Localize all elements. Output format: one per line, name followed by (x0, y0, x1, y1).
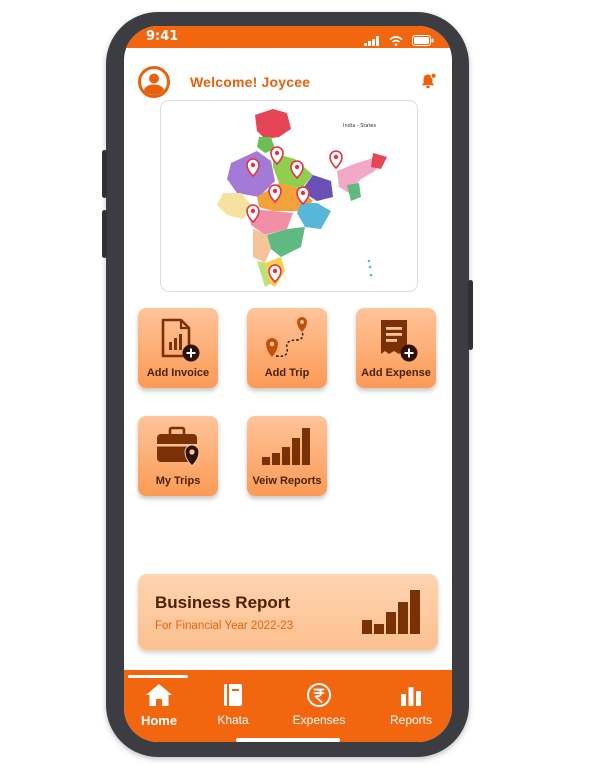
add-trip-button[interactable]: Add Trip (247, 308, 327, 388)
business-report-card[interactable]: Business Report For Financial Year 2022-… (138, 574, 438, 650)
add-invoice-label: Add Invoice (146, 367, 210, 379)
volume-up-button (102, 150, 107, 198)
notification-bell-icon[interactable] (420, 72, 438, 94)
app-screen: 9:41 Welcome! Joycee India - States Add … (124, 26, 452, 742)
my-trips-label: My Trips (155, 475, 201, 487)
view-reports-label: Veiw Reports (252, 475, 322, 487)
status-time: 9:41 (146, 29, 179, 44)
india-map-card[interactable]: India - States (160, 100, 418, 292)
rupee-icon (307, 683, 331, 707)
header: Welcome! Joycee (124, 64, 452, 104)
volume-down-button (102, 210, 107, 258)
view-reports-button[interactable]: Veiw Reports (247, 416, 327, 496)
nav-home-label: Home (140, 713, 178, 728)
report-title: Business Report (155, 593, 291, 612)
report-subtitle: For Financial Year 2022-23 (155, 620, 294, 632)
add-invoice-button[interactable]: Add Invoice (138, 308, 218, 388)
bar-chart-icon (401, 687, 421, 706)
my-trips-button[interactable]: My Trips (138, 416, 218, 496)
map-title: India - States (343, 123, 377, 129)
bar-chart-icon (360, 588, 424, 640)
home-icon (146, 684, 172, 706)
power-button (468, 280, 473, 350)
signal-icon (364, 31, 380, 50)
nav-expenses[interactable]: Expenses (284, 680, 354, 730)
wifi-icon (389, 31, 403, 50)
add-trip-label: Add Trip (264, 367, 310, 379)
add-expense-label: Add Expense (361, 367, 431, 379)
nav-expenses-label: Expenses (292, 713, 346, 727)
nav-khata[interactable]: Khata (198, 680, 268, 730)
invoice-add-icon (138, 314, 218, 364)
avatar[interactable] (138, 66, 170, 98)
welcome-text: Welcome! Joycee (190, 74, 311, 90)
nav-home[interactable]: Home (124, 680, 194, 730)
status-bar: 9:41 (124, 26, 452, 48)
nav-reports-label: Reports (389, 713, 433, 727)
briefcase-pin-icon (138, 422, 218, 472)
india-map-image (217, 109, 387, 287)
nav-reports[interactable]: Reports (376, 680, 446, 730)
nav-khata-label: Khata (217, 713, 249, 727)
user-icon (143, 73, 165, 95)
home-indicator[interactable] (236, 738, 340, 742)
receipt-add-icon (356, 314, 436, 364)
bar-chart-icon (247, 422, 327, 472)
book-icon (224, 684, 242, 706)
active-tab-indicator (128, 675, 188, 678)
battery-icon (412, 31, 434, 50)
bottom-nav: Home Khata Expenses Reports (124, 670, 452, 742)
add-expense-button[interactable]: Add Expense (356, 308, 436, 388)
route-pin-icon (247, 314, 327, 364)
